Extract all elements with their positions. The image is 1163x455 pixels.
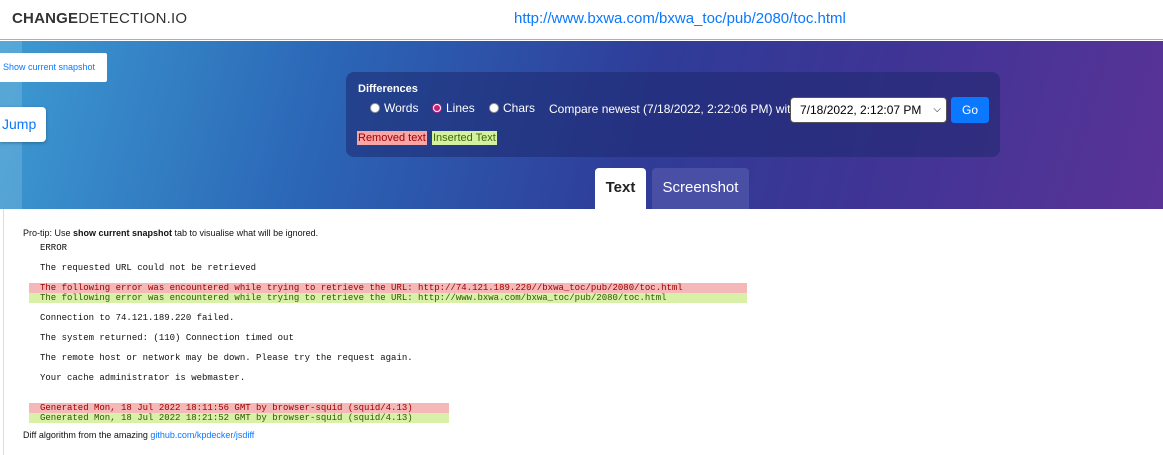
option-lines[interactable]: Lines [432,101,475,115]
chevron-down-icon: ⌵ [933,104,941,115]
option-words[interactable]: Words [370,101,418,115]
show-current-snapshot-button[interactable]: Show current snapshot [0,53,107,82]
diff-line: ERROR [40,243,68,253]
footer-credit: Diff algorithm from the amazing github.c… [23,430,254,440]
radio-lines[interactable] [432,103,442,113]
diff-line: The system returned: (110) Connection ti… [40,333,294,343]
top-header: CHANGEDETECTION.IO http://www.bxwa.com/b… [0,0,1163,40]
diff-line-removed: Generated Mon, 18 Jul 2022 18:11:56 GMT … [29,403,449,413]
option-chars[interactable]: Chars [489,101,535,115]
jsdiff-link[interactable]: github.com/kpdecker/jsdiff [150,430,254,440]
diff-line: Your cache administrator is webmaster. [40,373,246,383]
diff-line-removed: The following error was encountered whil… [29,283,747,293]
diff-line: Connection to 74.121.189.220 failed. [40,313,235,323]
diff-line: The remote host or network may be down. … [40,353,413,363]
tab-text[interactable]: Text [595,168,646,209]
legend-inserted-text: Inserted Text [432,131,497,145]
jump-button[interactable]: Jump [0,107,46,142]
option-lines-label: Lines [446,101,475,115]
protip-bold: show current snapshot [73,228,173,238]
option-chars-label: Chars [503,101,536,115]
protip-suffix: tab to visualise what will be ignored. [172,228,319,238]
compare-date-value: 7/18/2022, 2:12:07 PM [800,103,922,117]
brand-bold: CHANGE [12,10,79,27]
watched-url-link[interactable]: http://www.bxwa.com/bxwa_toc/pub/2080/to… [514,10,846,27]
differences-title: Differences [358,83,418,95]
footer-prefix: Diff algorithm from the amazing [23,430,151,440]
legend-removed-text: Removed text [357,131,427,145]
tab-screenshot[interactable]: Screenshot [652,168,749,209]
differences-panel: Differences Words Lines Chars Compare ne… [346,72,1000,157]
go-button[interactable]: Go [951,97,989,123]
diff-line-inserted: The following error was encountered whil… [29,293,747,303]
brand-logo[interactable]: CHANGEDETECTION.IO [12,10,187,27]
option-words-label: Words [384,101,419,115]
compare-date-select[interactable]: 7/18/2022, 2:12:07 PM ⌵ [790,97,947,123]
diff-line: The requested URL could not be retrieved [40,263,257,273]
diff-line-inserted: Generated Mon, 18 Jul 2022 18:21:52 GMT … [29,413,449,423]
compare-label: Compare newest (7/18/2022, 2:22:06 PM) w… [549,102,798,116]
radio-words[interactable] [370,103,380,113]
protip-prefix: Pro-tip: Use [23,228,74,238]
radio-chars[interactable] [489,103,499,113]
brand-regular: DETECTION.IO [78,10,188,27]
protip-text: Pro-tip: Use show current snapshot tab t… [23,228,318,238]
